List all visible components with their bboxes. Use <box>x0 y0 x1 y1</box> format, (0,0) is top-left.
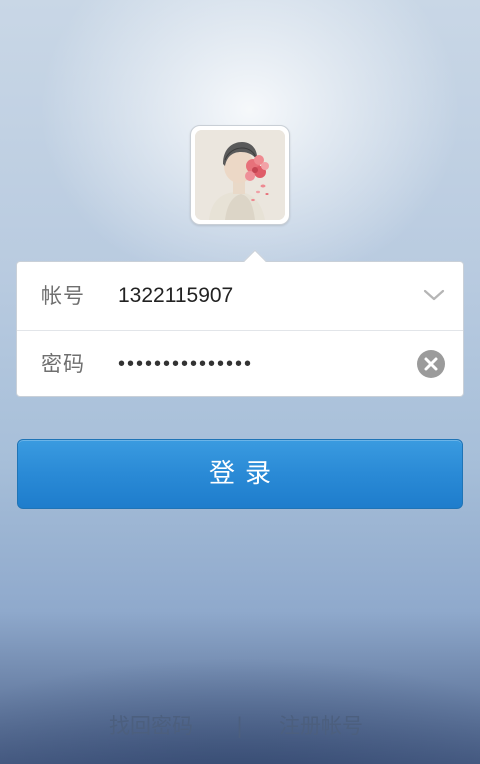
password-input[interactable] <box>118 331 408 398</box>
avatar-image <box>195 130 285 220</box>
avatar[interactable] <box>190 125 290 225</box>
close-icon[interactable] <box>417 350 445 378</box>
password-label: 密码 <box>41 352 85 376</box>
login-button[interactable]: 登录 <box>17 439 463 509</box>
password-row: 密码 <box>17 330 463 398</box>
account-row: 帐号 <box>17 262 463 330</box>
account-input[interactable] <box>118 262 408 330</box>
footer-links: 找回密码 | 注册帐号 <box>0 706 480 746</box>
register-link[interactable]: 注册帐号 <box>279 706 363 746</box>
account-label: 帐号 <box>41 284 85 308</box>
forgot-password-link[interactable]: 找回密码 <box>109 706 193 746</box>
chevron-down-icon[interactable] <box>423 284 445 306</box>
footer-divider: | <box>236 714 244 738</box>
login-card: 帐号 密码 <box>16 249 464 398</box>
